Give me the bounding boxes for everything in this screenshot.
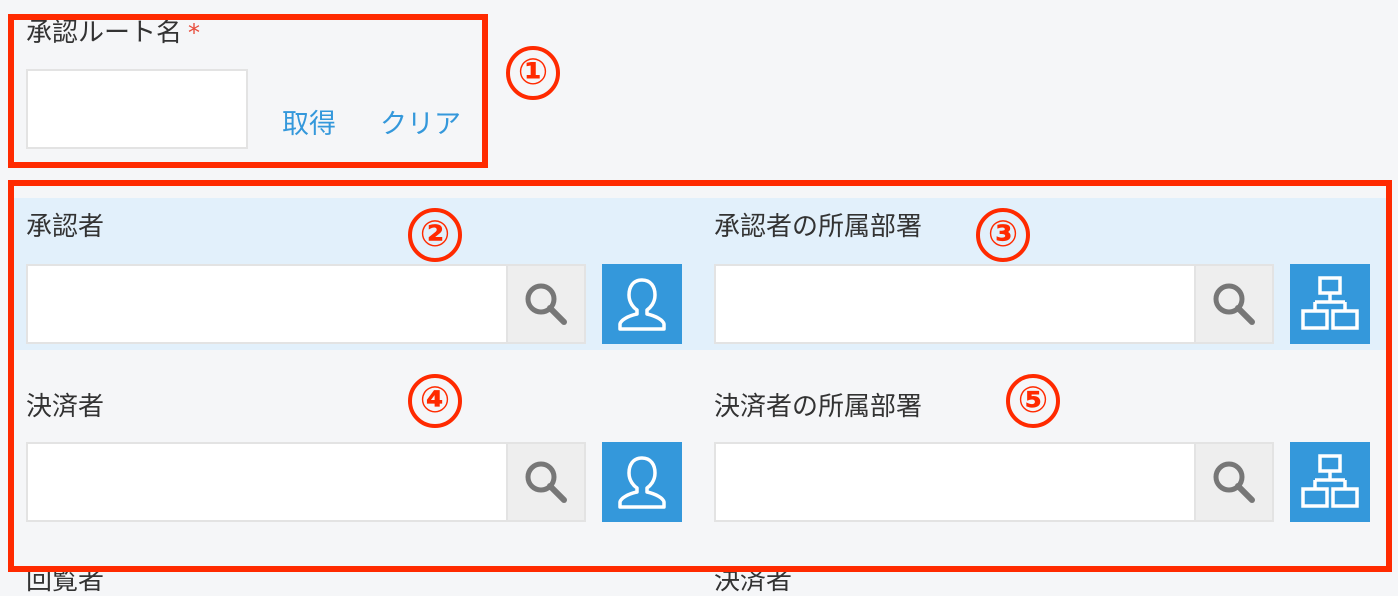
annotation-marker-5: ⑤ (1006, 374, 1060, 428)
annotation-marker-3: ③ (976, 208, 1030, 262)
annotation-box-1 (8, 14, 488, 168)
annotation-box-2 (8, 180, 1392, 572)
annotation-marker-4: ④ (408, 374, 462, 428)
annotation-marker-2: ② (408, 208, 462, 262)
annotation-marker-1: ① (506, 46, 560, 100)
